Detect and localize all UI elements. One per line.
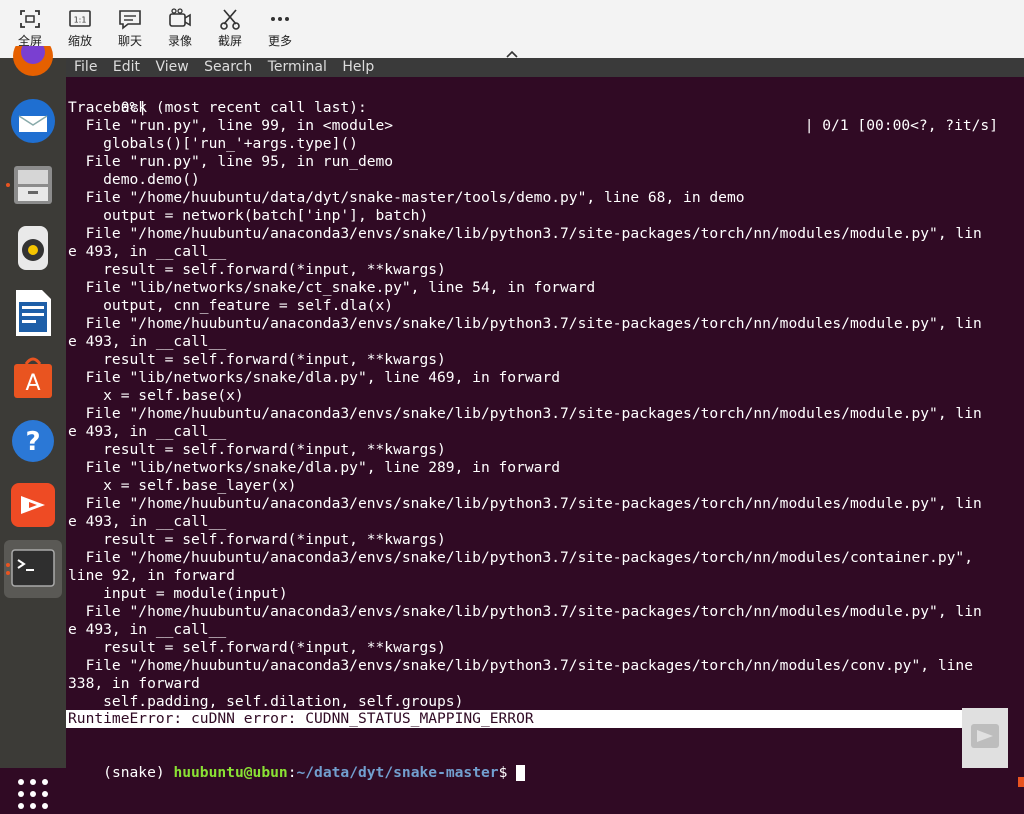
prompt-path: ~/data/dyt/snake-master bbox=[296, 764, 499, 781]
traceback-line: self.padding, self.dilation, self.groups… bbox=[68, 693, 464, 710]
running-indicator bbox=[6, 571, 10, 575]
dock-files[interactable] bbox=[4, 156, 62, 214]
progress-status: | 0/1 [00:00<?, ?it/s] bbox=[804, 117, 998, 134]
menu-view[interactable]: View bbox=[155, 59, 188, 75]
screenshot-button[interactable]: 截屏 bbox=[210, 8, 250, 56]
scale-label: 缩放 bbox=[67, 34, 92, 48]
menu-terminal[interactable]: Terminal bbox=[268, 59, 327, 75]
traceback-line: x = self.base(x) bbox=[68, 387, 244, 404]
app-icon bbox=[11, 483, 55, 527]
prompt-env: (snake) bbox=[103, 764, 174, 781]
ubuntu-dock: A ? bbox=[0, 36, 66, 809]
traceback-line: File "/home/huubuntu/anaconda3/envs/snak… bbox=[68, 657, 973, 674]
traceback-line: demo.demo() bbox=[68, 171, 200, 188]
prompt-user-host: huubuntu@ubun bbox=[173, 764, 288, 781]
traceback-line: e 493, in __call__ bbox=[68, 513, 227, 530]
app-grid-icon bbox=[18, 779, 48, 809]
traceback-line: File "lib/networks/snake/dla.py", line 2… bbox=[68, 459, 561, 476]
record-icon bbox=[169, 8, 191, 27]
remote-toolbar: 全屏 1:1 缩放 聊天 录像 截屏 更多 bbox=[0, 0, 1024, 59]
traceback-line: result = self.forward(*input, **kwargs) bbox=[68, 639, 446, 656]
running-indicator bbox=[6, 563, 10, 567]
collapse-toolbar-button[interactable] bbox=[497, 44, 527, 58]
traceback-line: File "run.py", line 99, in <module> bbox=[68, 117, 394, 134]
traceback-line: File "/home/huubuntu/anaconda3/envs/snak… bbox=[68, 549, 973, 566]
dock-rhythmbox[interactable] bbox=[4, 220, 62, 278]
dock-terminal[interactable] bbox=[4, 540, 62, 598]
more-button[interactable]: 更多 bbox=[260, 8, 300, 56]
dock-app[interactable] bbox=[4, 476, 62, 534]
help-icon: ? bbox=[12, 420, 54, 462]
more-label: 更多 bbox=[267, 34, 292, 48]
text-cursor bbox=[516, 765, 526, 781]
traceback-line: e 493, in __call__ bbox=[68, 621, 227, 638]
error-message: RuntimeError: cuDNN error: CUDNN_STATUS_… bbox=[68, 710, 534, 727]
record-label: 录像 bbox=[167, 34, 192, 48]
fullscreen-icon bbox=[20, 10, 40, 28]
dock-writer[interactable] bbox=[4, 284, 62, 342]
traceback-line: line 92, in forward bbox=[68, 567, 235, 584]
chat-icon bbox=[119, 10, 141, 30]
remote-overlay-button[interactable] bbox=[962, 708, 1008, 768]
remote-app-icon bbox=[971, 724, 999, 748]
menu-help[interactable]: Help bbox=[342, 59, 374, 75]
dock-help[interactable]: ? bbox=[4, 412, 62, 470]
help-glyph: ? bbox=[25, 427, 40, 457]
traceback-line: File "/home/huubuntu/anaconda3/envs/snak… bbox=[68, 315, 982, 332]
traceback-line: File "lib/networks/snake/dla.py", line 4… bbox=[68, 369, 561, 386]
dock-software[interactable]: A bbox=[4, 348, 62, 406]
dock-thunderbird[interactable] bbox=[4, 92, 62, 150]
progress-line: 0%| | 0/1 [00:00<?, ?it/s] bbox=[68, 81, 1018, 134]
thunderbird-icon bbox=[11, 99, 55, 143]
traceback-line: File "lib/networks/snake/ct_snake.py", l… bbox=[68, 279, 596, 296]
traceback-line: result = self.forward(*input, **kwargs) bbox=[68, 531, 446, 548]
terminal-icon bbox=[11, 549, 55, 587]
svg-text:A: A bbox=[25, 371, 40, 396]
terminal-output[interactable]: 0%| | 0/1 [00:00<?, ?it/s] Traceback (mo… bbox=[66, 77, 1024, 787]
chat-label: 聊天 bbox=[117, 34, 142, 48]
traceback-line: result = self.forward(*input, **kwargs) bbox=[68, 441, 446, 458]
traceback-line: e 493, in __call__ bbox=[68, 333, 227, 350]
record-button[interactable]: 录像 bbox=[160, 8, 200, 56]
traceback-line: result = self.forward(*input, **kwargs) bbox=[68, 351, 446, 368]
traceback-line: x = self.base_layer(x) bbox=[68, 477, 297, 494]
traceback-line: e 493, in __call__ bbox=[68, 423, 227, 440]
traceback-line: File "/home/huubuntu/anaconda3/envs/snak… bbox=[68, 495, 982, 512]
show-applications-button[interactable] bbox=[17, 778, 49, 814]
error-highlight: RuntimeError: cuDNN error: CUDNN_STATUS_… bbox=[66, 710, 962, 728]
traceback-line: File "/home/huubuntu/data/dyt/snake-mast… bbox=[68, 189, 745, 206]
running-indicator bbox=[6, 183, 10, 187]
traceback-line: File "/home/huubuntu/anaconda3/envs/snak… bbox=[68, 405, 982, 422]
traceback-line: globals()['run_'+args.type]() bbox=[68, 135, 358, 152]
scale-button[interactable]: 1:1 缩放 bbox=[60, 8, 100, 56]
rhythmbox-icon bbox=[18, 226, 48, 270]
traceback-line: e 493, in __call__ bbox=[68, 243, 227, 260]
scale-icon-text: 1:1 bbox=[74, 16, 87, 25]
traceback-line: input = module(input) bbox=[68, 585, 288, 602]
menu-edit[interactable]: Edit bbox=[113, 59, 140, 75]
scrollbar-indicator[interactable] bbox=[1018, 777, 1024, 787]
traceback-line: output = network(batch['inp'], batch) bbox=[68, 207, 429, 224]
traceback-line: 338, in forward bbox=[68, 675, 200, 692]
terminal-menubar: File Edit View Search Terminal Help bbox=[66, 58, 1024, 77]
firefox-icon bbox=[13, 36, 53, 76]
screenshot-label: 截屏 bbox=[217, 34, 242, 48]
more-icon bbox=[271, 17, 289, 21]
traceback-line: File "/home/huubuntu/anaconda3/envs/snak… bbox=[68, 225, 982, 242]
shell-prompt[interactable]: (snake) huubuntu@ubun:~/data/dyt/snake-m… bbox=[68, 746, 526, 781]
files-icon bbox=[14, 166, 52, 204]
menu-file[interactable]: File bbox=[74, 59, 97, 75]
traceback-line: Traceback (most recent call last): bbox=[68, 99, 367, 116]
traceback-line: output, cnn_feature = self.dla(x) bbox=[68, 297, 394, 314]
writer-icon bbox=[16, 290, 51, 336]
traceback-line: File "/home/huubuntu/anaconda3/envs/snak… bbox=[68, 603, 982, 620]
traceback-line: File "run.py", line 95, in run_demo bbox=[68, 153, 394, 170]
screenshot-icon bbox=[220, 9, 240, 30]
traceback-line: result = self.forward(*input, **kwargs) bbox=[68, 261, 446, 278]
menu-search[interactable]: Search bbox=[204, 59, 252, 75]
software-icon: A bbox=[14, 357, 52, 398]
prompt-symbol: $ bbox=[498, 764, 517, 781]
chat-button[interactable]: 聊天 bbox=[110, 8, 150, 56]
scale-icon: 1:1 bbox=[69, 10, 91, 27]
